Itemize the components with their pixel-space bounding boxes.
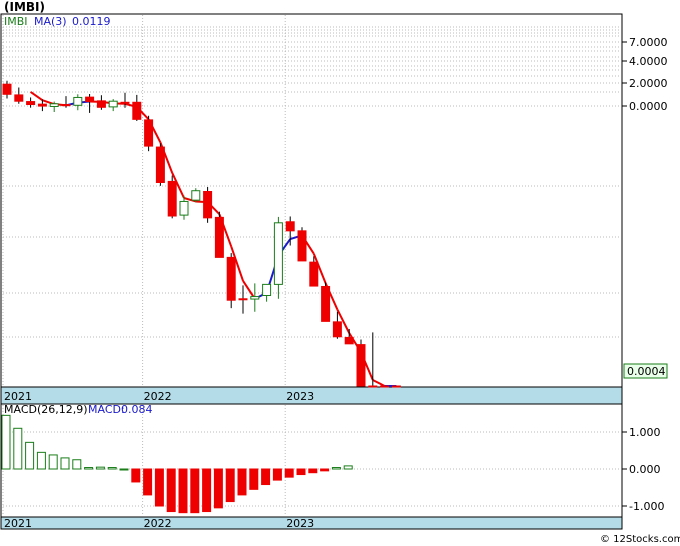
macd-bar [284, 468, 294, 478]
candle-down [332, 321, 342, 338]
candle-down [96, 100, 106, 108]
candle-up [73, 96, 83, 106]
price-y-tick-label: 7.0000 [629, 36, 668, 49]
macd-bar [320, 468, 330, 472]
macd-bar [119, 468, 129, 471]
candle-down [285, 221, 295, 232]
candle-down [61, 104, 71, 107]
macd-bar [48, 454, 58, 470]
candle-down [344, 336, 354, 345]
price-y-tick-label: 0.0000 [629, 100, 668, 113]
macd-bar [154, 468, 164, 507]
macd-bar [107, 467, 117, 470]
candle-down [356, 344, 366, 387]
macd-bar [272, 468, 282, 481]
candle-down [14, 94, 24, 102]
candle-up [49, 103, 59, 107]
candle-down [368, 385, 378, 388]
candle-down [2, 83, 12, 95]
stock-chart: 7.0000 4.0000 2.0000 0.0000 2021 2022 2023 1.00… [0, 0, 680, 545]
candle-up [191, 190, 201, 201]
candle-down [380, 385, 390, 388]
candle-down [26, 101, 36, 106]
macd-bar [131, 468, 141, 483]
chart-title: (IMBI) [4, 0, 45, 14]
candle-down [155, 146, 165, 183]
candle-down [238, 298, 248, 301]
macd-bar [60, 457, 70, 470]
macd-bar [95, 466, 105, 470]
macd-bar [178, 468, 188, 514]
macd-bar [237, 468, 247, 496]
symbol-label: IMBI [4, 15, 28, 28]
macd-bar [225, 468, 235, 503]
candle-down [321, 285, 331, 322]
macd-bar [249, 468, 259, 490]
macd-bar [36, 451, 46, 470]
macd-params-label: MACD(26,12,9) [4, 403, 88, 416]
macd-bar [1, 414, 11, 470]
ma-value: 0.0119 [72, 15, 111, 28]
price-x-tick-label: 2022 [144, 390, 172, 403]
candle-up [273, 222, 283, 285]
macd-value: 0.084 [121, 403, 153, 416]
candle-down [167, 180, 177, 217]
macd-bar [72, 459, 82, 470]
macd-panel-frame [0, 403, 623, 518]
macd-bar [13, 427, 23, 470]
macd-bar [261, 468, 271, 486]
macd-x-tick-label: 2021 [4, 517, 32, 530]
last-price-label: 0.0004 [627, 365, 666, 378]
candle-down [37, 103, 47, 107]
macd-bar [143, 468, 153, 496]
macd-y-tick-label: 1.000 [629, 426, 661, 439]
candle-up [179, 200, 189, 216]
ma-label: MA(3) [34, 15, 67, 28]
macd-x-tick-label: 2022 [144, 517, 172, 530]
price-y-tick-label: 4.0000 [629, 55, 668, 68]
candle-down [391, 385, 401, 388]
macd-bar [25, 441, 35, 470]
candle-down [297, 230, 307, 262]
macd-y-tick-label: 0.000 [629, 463, 661, 476]
macd-bar [190, 468, 200, 514]
candle-up [250, 296, 260, 300]
candle-down [120, 101, 130, 104]
price-y-tick-label: 2.0000 [629, 77, 668, 90]
macd-bar [296, 468, 306, 476]
candle-down [309, 261, 319, 287]
candle-down [226, 256, 236, 301]
macd-bar [343, 465, 353, 470]
macd-x-tick-label: 2023 [286, 517, 314, 530]
macd-bar [84, 467, 94, 470]
price-x-tick-label: 2021 [4, 390, 32, 403]
macd-bar [202, 468, 212, 513]
candle-down [144, 119, 154, 147]
price-x-tick-label: 2023 [286, 390, 314, 403]
watermark: © 12Stocks.com [600, 534, 680, 545]
macd-label: MACD: [88, 403, 125, 416]
macd-bar [308, 468, 318, 474]
candle-down [214, 216, 224, 258]
candle-down [85, 96, 95, 103]
macd-y-tick-label: -1.000 [629, 500, 664, 513]
macd-bar [166, 468, 176, 513]
macd-bar [213, 468, 223, 509]
candle-up [108, 100, 118, 108]
macd-bar [331, 467, 341, 470]
candle-down [203, 191, 213, 219]
candle-up [262, 283, 272, 297]
candle-down [132, 101, 142, 120]
